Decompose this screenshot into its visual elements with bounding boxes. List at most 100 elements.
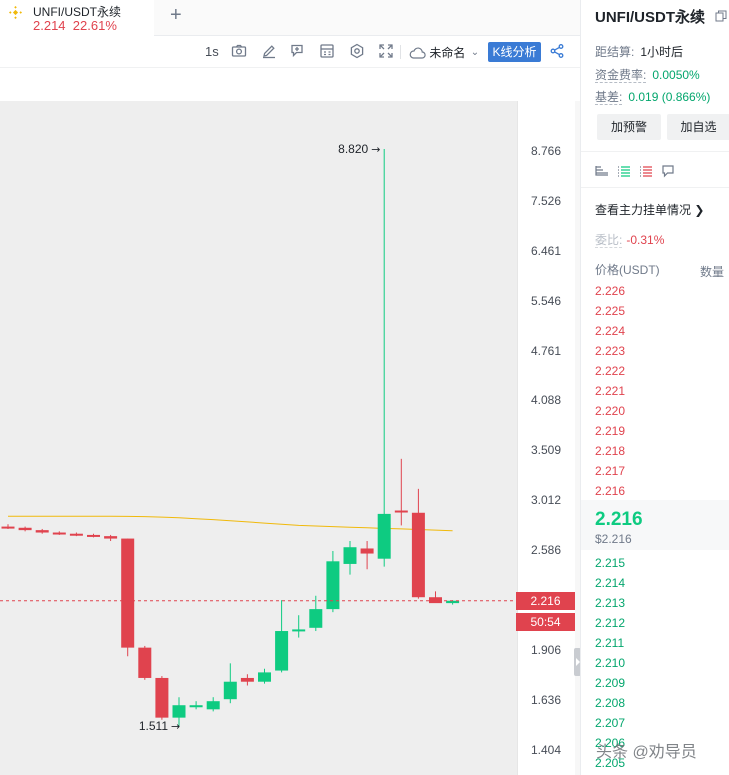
bid-row[interactable]: 2.213 — [595, 596, 625, 610]
ask-row[interactable]: 2.222 — [595, 364, 625, 378]
orderbook-asks-view-icon[interactable] — [639, 164, 653, 178]
fullscreen-icon[interactable] — [378, 43, 394, 61]
layout-dropdown[interactable]: 未命名 ⌄ — [409, 43, 479, 61]
add-favorite-button[interactable]: 加自选 — [667, 114, 729, 140]
layout-name: 未命名 — [429, 45, 466, 60]
candle[interactable] — [104, 534, 118, 542]
high-price-marker: 8.820 — [338, 142, 368, 156]
candle[interactable] — [35, 528, 49, 534]
candle-body — [104, 536, 118, 539]
candle[interactable] — [121, 538, 135, 657]
order-ratio-row: 委比: -0.31% — [595, 231, 664, 248]
orderbook-both-view-icon[interactable] — [595, 164, 609, 178]
candle-body — [121, 538, 135, 648]
indicator-icon[interactable] — [289, 43, 305, 61]
candle-body — [360, 548, 374, 554]
candle[interactable] — [69, 532, 83, 537]
settlement-row: 距结算: 1小时后 — [595, 43, 683, 60]
orderbook-bids-view-icon[interactable] — [617, 164, 631, 178]
ask-row[interactable]: 2.221 — [595, 384, 625, 398]
candle[interactable] — [87, 533, 100, 538]
order-ratio-label[interactable]: 委比: — [595, 233, 623, 248]
price-axis-tick: 3.012 — [531, 493, 562, 508]
candle[interactable] — [138, 645, 152, 680]
bid-row[interactable]: 2.212 — [595, 616, 625, 630]
toolbar-divider — [400, 45, 401, 59]
bid-row[interactable]: 2.207 — [595, 716, 625, 730]
candle-body — [69, 533, 83, 536]
candle[interactable] — [52, 531, 66, 535]
candle[interactable] — [326, 551, 340, 613]
share-icon[interactable] — [549, 43, 565, 61]
candle[interactable] — [240, 674, 254, 686]
candle-body — [138, 647, 152, 678]
bid-row[interactable]: 2.214 — [595, 576, 625, 590]
kline-analysis-button[interactable]: K线分析 — [488, 42, 541, 62]
candle-body — [206, 701, 220, 710]
calculator-icon[interactable] — [319, 43, 335, 61]
bid-row[interactable]: 2.209 — [595, 676, 625, 690]
candle-body — [343, 547, 357, 564]
candlestick-chart[interactable]: 8.820 → 1.511 → — [0, 101, 517, 775]
candle-body — [326, 561, 340, 610]
funding-value: 0.0050% — [652, 68, 700, 82]
candle[interactable] — [189, 701, 203, 710]
last-price-usd: $2.216 — [595, 532, 632, 546]
candle[interactable] — [223, 663, 237, 704]
price-axis-tick: 4.761 — [531, 343, 562, 358]
candle-body — [258, 672, 271, 682]
chart-canvas[interactable]: 8.820 → 1.511 → — [0, 101, 517, 775]
gear-icon[interactable] — [349, 43, 365, 61]
tab-change: 22.61% — [72, 18, 117, 33]
candle-body — [411, 512, 425, 598]
ask-row[interactable]: 2.220 — [595, 404, 625, 418]
candle[interactable] — [394, 458, 408, 526]
ask-row[interactable]: 2.217 — [595, 464, 625, 478]
ask-row[interactable]: 2.218 — [595, 444, 625, 458]
candle-body — [189, 705, 203, 708]
add-alert-button[interactable]: 加预警 — [597, 114, 661, 140]
candle[interactable] — [18, 526, 32, 532]
candle[interactable] — [275, 600, 289, 673]
candle[interactable] — [377, 148, 391, 567]
ask-row[interactable]: 2.226 — [595, 284, 625, 298]
candle-body — [223, 681, 237, 700]
candle[interactable] — [429, 591, 442, 604]
funding-label[interactable]: 资金费率: — [595, 68, 647, 83]
trades-view-icon[interactable] — [661, 164, 675, 178]
add-tab-button[interactable]: + — [170, 4, 182, 26]
candle[interactable] — [206, 697, 220, 712]
price-axis[interactable]: 8.766 7.526 6.461 5.546 4.761 4.088 3.509 3.012… — [517, 101, 575, 775]
ask-row[interactable]: 2.219 — [595, 424, 625, 438]
bid-row[interactable]: 2.210 — [595, 656, 625, 670]
ask-row[interactable]: 2.224 — [595, 324, 625, 338]
interval-button[interactable]: 1s — [205, 43, 219, 61]
copy-icon[interactable] — [715, 10, 727, 22]
cloud-icon — [409, 47, 426, 59]
settlement-value: 1小时后 — [640, 45, 684, 59]
candle[interactable] — [360, 541, 374, 570]
candle[interactable] — [411, 488, 425, 599]
bid-row[interactable]: 2.215 — [595, 556, 625, 570]
ask-row[interactable]: 2.225 — [595, 304, 625, 318]
bid-row[interactable]: 2.211 — [595, 636, 624, 650]
ask-row[interactable]: 2.216 — [595, 484, 625, 498]
panel-divider — [581, 187, 729, 188]
ask-row[interactable]: 2.223 — [595, 344, 625, 358]
camera-icon[interactable] — [231, 43, 247, 61]
candle[interactable] — [155, 676, 169, 720]
candle[interactable] — [258, 668, 271, 684]
candle[interactable] — [343, 541, 357, 575]
candle[interactable] — [1, 524, 15, 529]
settlement-label: 距结算: — [595, 45, 635, 59]
bid-row[interactable]: 2.208 — [595, 696, 625, 710]
symbol-tab[interactable]: UNFI/USDT永续 2.214 22.61% — [0, 0, 154, 36]
candle-body — [275, 631, 289, 671]
quantity-column-header: 数量 — [700, 265, 725, 279]
draw-icon[interactable] — [261, 43, 277, 61]
candle-body — [240, 677, 254, 682]
view-big-orders-link[interactable]: 查看主力挂单情况 ❯ — [595, 201, 704, 218]
candle[interactable] — [292, 615, 306, 638]
basis-label[interactable]: 基差: — [595, 90, 623, 105]
basis-row: 基差: 0.019 (0.866%) — [595, 88, 710, 105]
